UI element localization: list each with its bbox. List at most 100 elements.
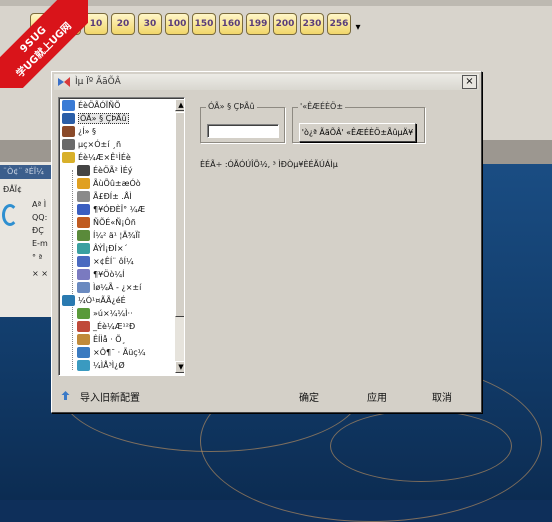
- background-field: Aª Ì: [32, 200, 47, 209]
- tree-item-label: _Éè¼Æ¹²Ð: [93, 322, 136, 331]
- tree-item[interactable]: ×¢ÊÍ¨ ôÍ¼: [77, 255, 134, 268]
- dialog-title: Ìµ Ïº ÃãÕÂ: [75, 77, 121, 87]
- tree-item[interactable]: ÓÂ» § ÇÞÃû: [62, 112, 129, 125]
- tree-item[interactable]: ÃùÕû±æÓò: [77, 177, 141, 190]
- toolbar-button-256[interactable]: 256: [327, 13, 351, 35]
- cancel-button[interactable]: 取消: [432, 388, 452, 404]
- pen-icon: [77, 256, 90, 267]
- settings-folder-icon: [62, 100, 75, 111]
- import-icon[interactable]: [60, 390, 71, 401]
- tree-item[interactable]: Éè¼Æ×Ê¹ÌÉè: [62, 151, 131, 164]
- auto-icon: [77, 347, 90, 358]
- tree-item-label: ¿Í» §: [78, 127, 97, 136]
- apply-button[interactable]: 应用: [367, 388, 387, 404]
- settings-dialog: Ìµ Ïº ÃãÕÂ × ÉèÖÃÓÏÑÕ ÓÂ» § ÇÞÃû ¿Í» § µç×Ó…: [51, 71, 482, 413]
- toolbar-button-150[interactable]: 150: [192, 13, 216, 35]
- background-field: ÐÇ: [32, 226, 44, 235]
- tree-item[interactable]: ¶¥ÓÐÈÎ° ¼Æ: [77, 203, 145, 216]
- tree-item[interactable]: ÂÝÎ¡ÐÍ×´: [77, 242, 128, 255]
- tree-item-label: ÃùÕû±æÓò: [93, 179, 141, 188]
- tree-item-label: ×¢ÊÍ¨ ôÍ¼: [93, 257, 134, 266]
- tree-item[interactable]: ¼ÌÅ³Ì¿Ø: [77, 359, 125, 372]
- tree-item[interactable]: »ú×¼¼Ì··: [77, 307, 133, 320]
- toolbar-button-199[interactable]: 199: [246, 13, 270, 35]
- toolbar-button-100[interactable]: 100: [165, 13, 189, 35]
- background-field: ° ª: [32, 253, 43, 262]
- background-field: × ×: [32, 269, 48, 278]
- info-text: ÈÉÃ÷ :ÓÃÓÚÎÕ½, ³ ÌÐÒµ¥ÈÉÃÚÁÌµ: [200, 160, 338, 169]
- action-group-title: '«ÊÆÉÈÖ±: [298, 102, 346, 111]
- tree-item-label: ¶¥Öò¼Í: [93, 270, 125, 279]
- logo-icon: [2, 204, 18, 226]
- dialog-titlebar[interactable]: Ìµ Ïº ÃãÕÂ ×: [54, 74, 479, 90]
- table-icon: [77, 165, 90, 176]
- open-folder-button[interactable]: 'ò¿ª ÃãÕÂ' «ÊÆÉÈÖ±ÃûµÄ¥: [299, 123, 416, 142]
- tree-item-label: ÉèÖÃÓÏÑÕ: [78, 101, 121, 110]
- drive-icon: [77, 191, 90, 202]
- book-icon: [77, 204, 90, 215]
- background-field: QQ:: [32, 213, 48, 222]
- chart-icon: [77, 230, 90, 241]
- scroll-thumb[interactable]: [175, 112, 184, 317]
- tree-item-label: Éè¼Æ×Ê¹ÌÉè: [78, 153, 131, 162]
- tree-item[interactable]: ÑÕÉ«Ñ¡Ôñ: [77, 216, 136, 229]
- name-input[interactable]: [207, 124, 279, 138]
- tree-item[interactable]: ÉèÖÃ² ÌÉý: [77, 164, 133, 177]
- shape-icon: [77, 334, 90, 345]
- gear-icon: [77, 308, 90, 319]
- tree-item-label: ÉèÖÃ² ÌÉý: [93, 166, 133, 175]
- tools-icon: [62, 295, 75, 306]
- person-icon: [62, 126, 75, 137]
- scroll-down-icon[interactable]: ▼: [175, 361, 184, 373]
- background-panel-title: ¨Ò¢¨ ªÉÏ¼: [0, 165, 55, 179]
- close-button[interactable]: ×: [462, 75, 477, 89]
- tree-item-label: ÊÍÌå · Õ¸: [93, 335, 126, 344]
- name-group-title: ÓÃ» § ÇÞÃû: [206, 102, 257, 111]
- tree-item[interactable]: Í¼² ä¹ ¦Ä¾Ïî: [77, 229, 140, 242]
- tree-item[interactable]: Ã£ÐÍ± .ÅÌ: [77, 190, 132, 203]
- layer-icon: [77, 321, 90, 332]
- tree-item[interactable]: ×Ô¶¯ · Ãüç¼: [77, 346, 145, 359]
- dialog-footer: 导入旧新配置 确定 应用 取消: [54, 385, 479, 407]
- import-config-label[interactable]: 导入旧新配置: [80, 389, 140, 404]
- tree-item[interactable]: ÉèÖÃÓÏÑÕ: [62, 99, 120, 112]
- settings-tree: ÉèÖÃÓÏÑÕ ÓÂ» § ÇÞÃû ¿Í» § µç×Ó±í ¸ñ Éè¼Æ×Ê¹Ì…: [58, 97, 185, 376]
- tree-item[interactable]: µç×Ó±í ¸ñ: [62, 138, 121, 151]
- tree-item[interactable]: Ìø¼Ã - ¿×±í: [77, 281, 141, 294]
- palette-icon: [77, 217, 90, 228]
- tree-scrollbar[interactable]: ▲ ▼: [175, 99, 184, 373]
- tree-item-label: µç×Ó±í ¸ñ: [78, 140, 122, 149]
- tree-item-label: »ú×¼¼Ì··: [93, 309, 133, 318]
- background-field: E-m: [32, 239, 48, 248]
- pin-icon: [77, 243, 90, 254]
- wireframe-curve: [330, 410, 512, 482]
- toolbar-button-20[interactable]: 20: [111, 13, 135, 35]
- user-config-icon: [62, 113, 75, 124]
- tree-item-label: ×Ô¶¯ · Ãüç¼: [93, 348, 146, 357]
- ok-button[interactable]: 确定: [299, 388, 319, 404]
- tree-item-label: ÂÝÎ¡ÐÍ×´: [93, 244, 128, 253]
- tree-connector: [72, 170, 74, 370]
- tree-item-label: ¼ÌÅ³Ì¿Ø: [93, 361, 125, 370]
- toolbar-button-30[interactable]: 30: [138, 13, 162, 35]
- toolbar-button-160[interactable]: 160: [219, 13, 243, 35]
- box-icon: [77, 178, 90, 189]
- chevron-down-icon[interactable]: ▾: [354, 13, 362, 33]
- tree-item[interactable]: ¶¥Öò¼Í: [77, 268, 124, 281]
- tree-item[interactable]: ÊÍÌå · Õ¸: [77, 333, 126, 346]
- action-group: '«ÊÆÉÈÖ± 'ò¿ª ÃãÕÂ' «ÊÆÉÈÖ±ÃûµÄ¥: [292, 102, 425, 143]
- tree-item-label: Ìø¼Ã - ¿×±í: [93, 283, 142, 292]
- app-icon: [57, 76, 71, 88]
- tree-item[interactable]: ¿Í» §: [62, 125, 96, 138]
- tree-item-label: Ã£ÐÍ± .ÅÌ: [93, 192, 132, 201]
- scroll-up-icon[interactable]: ▲: [175, 99, 184, 111]
- tree-item[interactable]: _Éè¼Æ¹²Ð: [77, 320, 135, 333]
- page-icon: [77, 269, 90, 280]
- tree-item[interactable]: ¼Ó¹¤ÃÃ¿éÉ: [62, 294, 126, 307]
- toolbar-button-200[interactable]: 200: [273, 13, 297, 35]
- list-icon: [77, 282, 90, 293]
- tree-item-label: Í¼² ä¹ ¦Ä¾Ïî: [93, 231, 141, 240]
- toolbar-button-230[interactable]: 230: [300, 13, 324, 35]
- tree-item-label: ¼Ó¹¤ÃÃ¿éÉ: [78, 296, 126, 305]
- flow-icon: [77, 360, 90, 371]
